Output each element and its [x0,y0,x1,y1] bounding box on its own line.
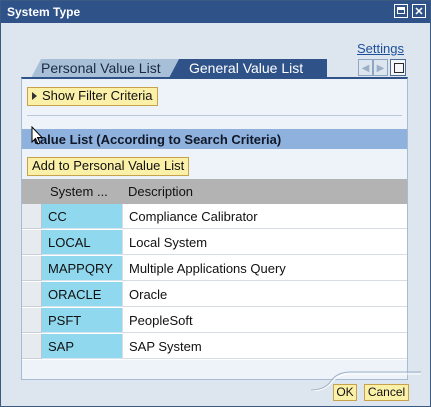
tab-next-icon[interactable]: ▶ [373,59,388,76]
cell-system[interactable]: SAP [42,334,122,359]
cell-system[interactable]: ORACLE [42,282,122,307]
show-filter-criteria-label: Show Filter Criteria [42,88,153,103]
close-icon[interactable]: ✕ [412,4,426,18]
row-selector[interactable] [22,308,42,333]
cell-system[interactable]: CC [42,204,122,229]
divider [27,115,402,116]
table-header: System ... Description [22,179,407,204]
column-header-system[interactable]: System ... [50,184,108,199]
column-header-description[interactable]: Description [128,184,193,199]
row-selector[interactable] [22,204,42,229]
dialog-content: Settings Personal Value List General Val… [1,23,430,406]
table-row[interactable]: MAPPQRY Multiple Applications Query [22,256,407,282]
row-selector[interactable] [22,334,42,359]
value-list-header: Value List (According to Search Criteria… [22,129,407,149]
add-to-personal-value-list-button[interactable]: Add to Personal Value List [27,157,190,176]
table-row[interactable]: LOCAL Local System [22,230,407,256]
table-row[interactable]: SAP SAP System [22,334,407,360]
title-bar[interactable]: System Type ✕ [1,1,430,23]
cell-description[interactable]: Multiple Applications Query [122,256,407,281]
value-table: System ... Description CC Compliance Cal… [22,179,407,360]
cell-description[interactable]: Local System [122,230,407,255]
value-list-title: Value List (According to Search Criteria… [32,132,282,147]
system-type-dialog: System Type ✕ Settings Personal Value Li… [0,0,431,407]
cell-description[interactable]: Oracle [122,282,407,307]
cell-system[interactable]: LOCAL [42,230,122,255]
tab-list-menu-icon[interactable] [390,59,406,76]
maximize-icon[interactable] [394,4,408,18]
settings-link[interactable]: Settings [357,41,404,56]
show-filter-criteria-button[interactable]: Show Filter Criteria [27,87,158,106]
row-selector[interactable] [22,282,42,307]
tab-prev-icon[interactable]: ◀ [358,59,373,76]
tab-personal-value-list[interactable]: Personal Value List [31,59,179,78]
cell-description[interactable]: SAP System [122,334,407,359]
cell-description[interactable]: Compliance Calibrator [122,204,407,229]
cell-system[interactable]: PSFT [42,308,122,333]
ok-button[interactable]: OK [333,384,357,401]
cancel-button[interactable]: Cancel [364,384,409,401]
tab-general-value-list[interactable]: General Value List [169,59,327,78]
table-row[interactable]: ORACLE Oracle [22,282,407,308]
window-title: System Type [7,5,81,19]
cell-description[interactable]: PeopleSoft [122,308,407,333]
expand-triangle-icon [32,92,37,100]
table-row[interactable]: CC Compliance Calibrator [22,204,407,230]
table-row[interactable]: PSFT PeopleSoft [22,308,407,334]
value-list-panel: Show Filter Criteria Value List (Accordi… [21,77,408,380]
cell-system[interactable]: MAPPQRY [42,256,122,281]
row-selector[interactable] [22,256,42,281]
mouse-pointer-icon [31,126,43,145]
row-selector[interactable] [22,230,42,255]
